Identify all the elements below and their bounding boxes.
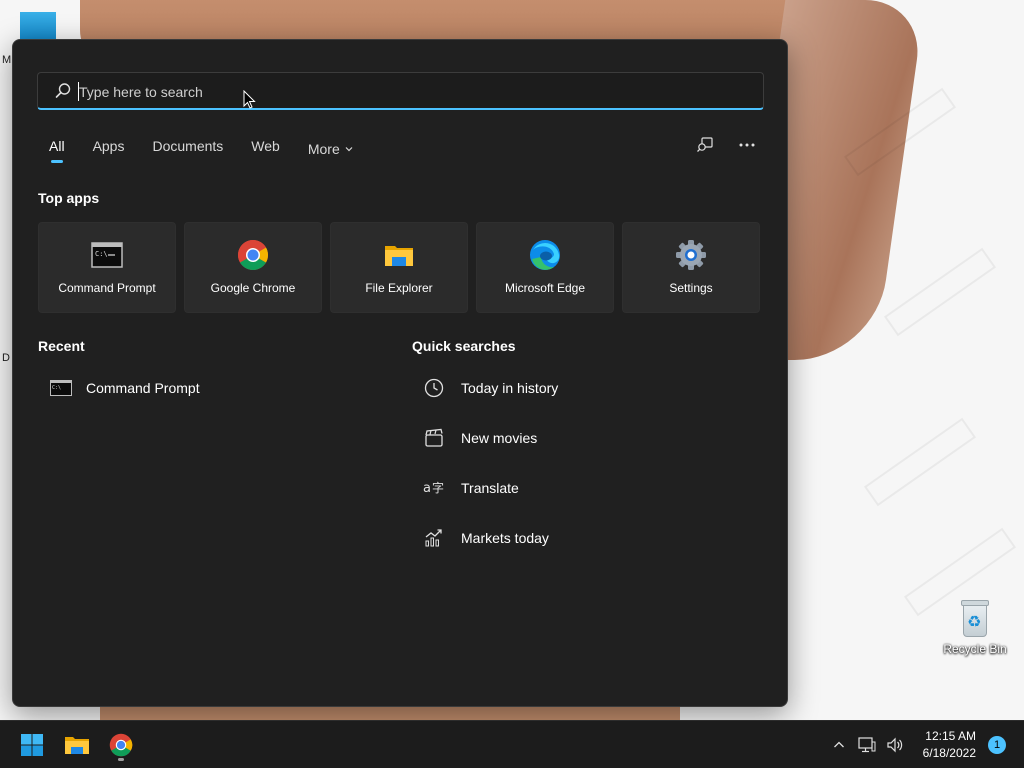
- search-icon: [55, 83, 71, 98]
- clock-icon: [423, 377, 445, 399]
- svg-text:a: a: [423, 481, 431, 496]
- top-app-file-explorer[interactable]: File Explorer: [330, 222, 468, 313]
- running-indicator: [118, 758, 124, 761]
- settings-gear-icon: [676, 240, 706, 270]
- taskbar: 12:15 AM 6/18/2022 1: [0, 720, 1024, 768]
- top-app-command-prompt[interactable]: C:\ Command Prompt: [38, 222, 176, 313]
- svg-text:字: 字: [432, 480, 444, 495]
- edge-icon: [530, 240, 560, 270]
- desktop-icon-label-partial: M: [2, 54, 12, 66]
- quick-search-markets-today[interactable]: Markets today: [413, 522, 753, 554]
- search-panel: All Apps Documents Web More: [12, 39, 788, 707]
- start-button[interactable]: [12, 727, 52, 763]
- tab-label: Web: [251, 138, 280, 154]
- file-explorer-icon: [65, 737, 89, 754]
- desktop-icon-label-partial: D: [2, 352, 10, 364]
- tab-apps[interactable]: Apps: [93, 138, 125, 160]
- top-apps-title: Top apps: [38, 190, 100, 206]
- network-button[interactable]: [855, 733, 879, 757]
- recycle-bin-label: Recycle Bin: [943, 642, 1007, 656]
- tab-all[interactable]: All: [49, 138, 65, 163]
- tab-documents[interactable]: Documents: [152, 138, 223, 160]
- top-app-label: Microsoft Edge: [504, 281, 586, 295]
- top-app-google-chrome[interactable]: Google Chrome: [184, 222, 322, 313]
- svg-text:C:\: C:\: [52, 385, 61, 391]
- chrome-icon: [237, 240, 269, 271]
- recent-item-label: Command Prompt: [86, 380, 200, 396]
- quick-searches-list: Today in history New movies a字 Translate…: [413, 372, 753, 572]
- recent-title: Recent: [38, 338, 85, 354]
- quick-search-translate[interactable]: a字 Translate: [413, 472, 753, 504]
- tab-web[interactable]: Web: [251, 138, 280, 160]
- tab-label: Apps: [92, 138, 125, 154]
- tab-more-dropdown[interactable]: More: [308, 138, 354, 160]
- chrome-icon: [109, 733, 133, 757]
- search-box[interactable]: [37, 72, 764, 110]
- quick-search-label: Translate: [461, 480, 519, 496]
- more-options-icon: [739, 143, 755, 147]
- top-app-label: Google Chrome: [210, 281, 296, 295]
- more-options-button[interactable]: [737, 135, 757, 155]
- top-app-label: Settings: [669, 281, 713, 295]
- recent-item-command-prompt[interactable]: C:\ Command Prompt: [38, 372, 378, 404]
- clapperboard-icon: [423, 427, 445, 449]
- search-device-button[interactable]: [695, 135, 715, 155]
- quick-search-label: Markets today: [461, 530, 549, 546]
- quick-search-label: Today in history: [461, 380, 559, 396]
- taskbar-google-chrome[interactable]: [101, 727, 141, 763]
- top-app-label: File Explorer: [365, 281, 433, 295]
- show-hidden-icons-button[interactable]: [827, 733, 851, 757]
- search-input[interactable]: [79, 78, 739, 106]
- clock-time: 12:15 AM: [925, 729, 976, 743]
- tab-label: More: [307, 141, 340, 157]
- file-explorer-icon: [385, 246, 413, 266]
- search-device-icon: [697, 137, 713, 152]
- desktop-icon-top[interactable]: [20, 12, 56, 40]
- recycle-bin-shortcut[interactable]: ♻ Recycle Bin: [940, 600, 1010, 656]
- active-tab-indicator: [51, 160, 63, 163]
- chevron-down-icon: [345, 147, 353, 152]
- command-prompt-icon: C:\: [50, 380, 72, 396]
- quick-search-new-movies[interactable]: New movies: [413, 422, 753, 454]
- svg-text:C:\: C:\: [95, 250, 108, 258]
- taskbar-file-explorer[interactable]: [57, 727, 97, 763]
- notification-badge[interactable]: 1: [988, 736, 1006, 754]
- system-tray: 12:15 AM 6/18/2022 1: [827, 721, 1024, 768]
- translate-icon: a字: [423, 477, 445, 499]
- top-app-microsoft-edge[interactable]: Microsoft Edge: [476, 222, 614, 313]
- quick-search-today-in-history[interactable]: Today in history: [413, 372, 753, 404]
- windows-logo-icon: [21, 734, 43, 756]
- clock-date: 6/18/2022: [922, 746, 976, 760]
- recycle-bin-icon: ♻: [959, 600, 991, 638]
- volume-button[interactable]: [883, 733, 907, 757]
- tab-label: All: [49, 138, 65, 154]
- top-app-label: Command Prompt: [58, 281, 156, 295]
- tab-label: Documents: [152, 138, 224, 154]
- top-app-settings[interactable]: Settings: [622, 222, 760, 313]
- mouse-pointer-icon: [243, 90, 256, 109]
- command-prompt-icon: C:\: [91, 242, 123, 268]
- quick-search-label: New movies: [461, 430, 538, 446]
- search-scope-tabs: All Apps Documents Web More: [49, 138, 382, 163]
- chevron-up-icon: [833, 741, 844, 748]
- clock[interactable]: 12:15 AM 6/18/2022: [923, 728, 976, 762]
- volume-icon: [887, 737, 902, 753]
- chart-up-icon: [423, 527, 445, 549]
- top-apps-list: C:\ Command Prompt Google Chrome File Ex…: [38, 222, 760, 313]
- quick-searches-title: Quick searches: [412, 338, 516, 354]
- network-icon: [858, 737, 876, 753]
- search-tools: [695, 135, 757, 155]
